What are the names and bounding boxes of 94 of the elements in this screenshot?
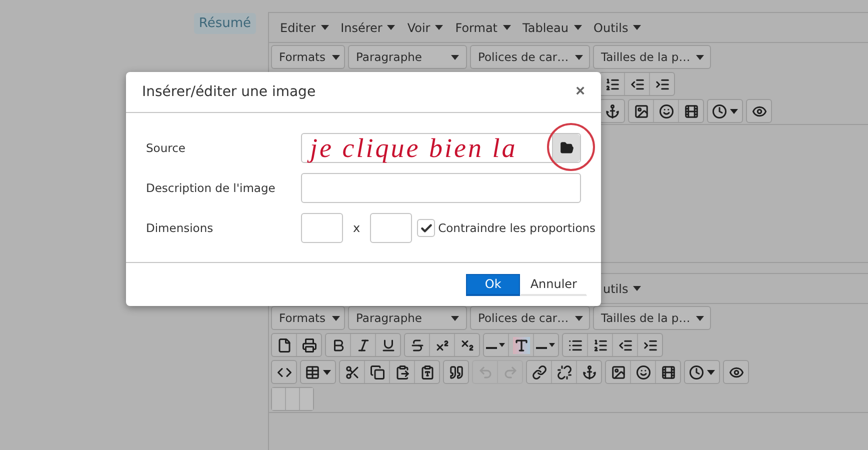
eye-icon	[752, 104, 766, 118]
checkbox[interactable]	[417, 219, 436, 237]
indent-icon	[642, 338, 658, 352]
clock-icon	[689, 364, 704, 380]
check-icon	[420, 222, 433, 234]
redo-icon	[502, 364, 518, 380]
caret-icon	[323, 370, 331, 374]
color-swatch-icon	[486, 341, 506, 349]
anchor-icon	[604, 104, 620, 118]
toolbar-button[interactable]	[533, 334, 558, 356]
handwritten-annotation: je clique bien la	[302, 134, 552, 162]
format-dropdown[interactable]: Polices de car…	[470, 45, 590, 69]
image-icon	[610, 364, 626, 380]
numbered-list-icon	[592, 338, 608, 352]
undo-icon	[478, 364, 492, 380]
caret-icon	[696, 316, 704, 320]
strikethrough-icon	[410, 338, 424, 352]
browse-button[interactable]	[552, 134, 580, 162]
caret-icon	[574, 25, 582, 30]
color-swatch-icon	[536, 341, 556, 349]
film-icon	[684, 104, 698, 118]
field-label: Résumé	[194, 13, 256, 34]
caret-icon	[574, 316, 583, 320]
field-label: Dimensions	[146, 221, 214, 235]
format-dropdown[interactable]: Paragraphe	[348, 45, 467, 69]
eye-icon	[728, 364, 744, 380]
table-icon	[305, 364, 320, 380]
menu-item[interactable]: utils	[598, 282, 646, 296]
image-icon	[634, 104, 648, 118]
format-dropdown[interactable]: Paragraphe	[348, 306, 467, 330]
indent-icon	[654, 76, 670, 92]
caret-icon	[387, 25, 396, 30]
outdent-icon	[630, 76, 644, 92]
menu-item[interactable]: Format	[450, 20, 516, 34]
file-icon	[276, 338, 292, 352]
caret-icon	[633, 286, 642, 291]
caret-icon	[451, 54, 459, 60]
format-dropdown[interactable]: Formats	[271, 45, 345, 69]
subscript-icon	[460, 338, 474, 352]
caret-icon	[320, 25, 329, 30]
anchor-icon	[582, 364, 596, 380]
caret-icon	[435, 25, 444, 30]
dimension-separator: x	[353, 221, 360, 235]
height-field[interactable]	[370, 213, 412, 243]
field-label: Description de l'image	[146, 181, 276, 195]
copy-icon	[370, 364, 384, 380]
annotation-circle	[547, 123, 595, 171]
film-icon	[660, 364, 676, 380]
source-field[interactable]: je clique bien la	[301, 133, 581, 163]
input-field[interactable]	[301, 173, 581, 203]
outdent-icon	[618, 338, 632, 352]
format-dropdown[interactable]: Tailles de la p…	[593, 45, 711, 69]
caret-icon	[332, 316, 340, 320]
scissors-icon	[344, 364, 360, 380]
superscript-icon	[434, 338, 450, 352]
toolbar-button[interactable]	[508, 334, 533, 356]
dialog-title: Insérer/éditer une image	[142, 84, 316, 100]
caret-icon	[696, 54, 704, 60]
link-icon	[532, 364, 546, 380]
paste-text-icon	[420, 364, 434, 380]
caret-icon	[451, 316, 459, 320]
caret-icon	[730, 108, 738, 114]
bullet-list-icon	[568, 338, 582, 352]
caret-icon	[502, 25, 511, 30]
numbered-list-icon	[604, 76, 620, 92]
printer-icon	[302, 338, 316, 352]
constrain-checkbox[interactable]: Contraindre les proportions	[417, 219, 596, 237]
smiley-icon	[658, 104, 674, 118]
caret-icon	[574, 54, 583, 60]
paste-icon	[394, 364, 410, 380]
italic-icon	[356, 338, 370, 352]
quote-icon	[448, 364, 464, 380]
menu-item[interactable]: Insérer	[336, 20, 400, 34]
menu-item[interactable]: Outils	[588, 20, 646, 34]
menu-item[interactable]: Editer	[275, 20, 334, 34]
unlink-icon	[556, 364, 572, 380]
format-dropdown[interactable]: Polices de car…	[470, 306, 590, 330]
caret-icon	[707, 370, 715, 374]
format-dropdown[interactable]: Tailles de la p…	[593, 306, 711, 330]
caret-icon	[633, 25, 642, 30]
menu-item[interactable]: Voir	[402, 20, 448, 34]
menu-item[interactable]: Tableau	[518, 20, 587, 34]
close-button[interactable]: ×	[576, 83, 585, 101]
ok-button[interactable]: Ok	[466, 274, 520, 296]
field-label: Source	[146, 141, 186, 155]
clock-icon	[712, 104, 727, 118]
underline-icon	[380, 338, 396, 352]
width-field[interactable]	[301, 213, 343, 243]
checkbox-label: Contraindre les proportions	[438, 221, 596, 235]
text-color-icon	[512, 336, 530, 354]
folder-icon	[560, 141, 574, 155]
caret-icon	[332, 54, 340, 60]
smiley-icon	[636, 364, 650, 380]
format-dropdown[interactable]: Formats	[271, 306, 345, 330]
